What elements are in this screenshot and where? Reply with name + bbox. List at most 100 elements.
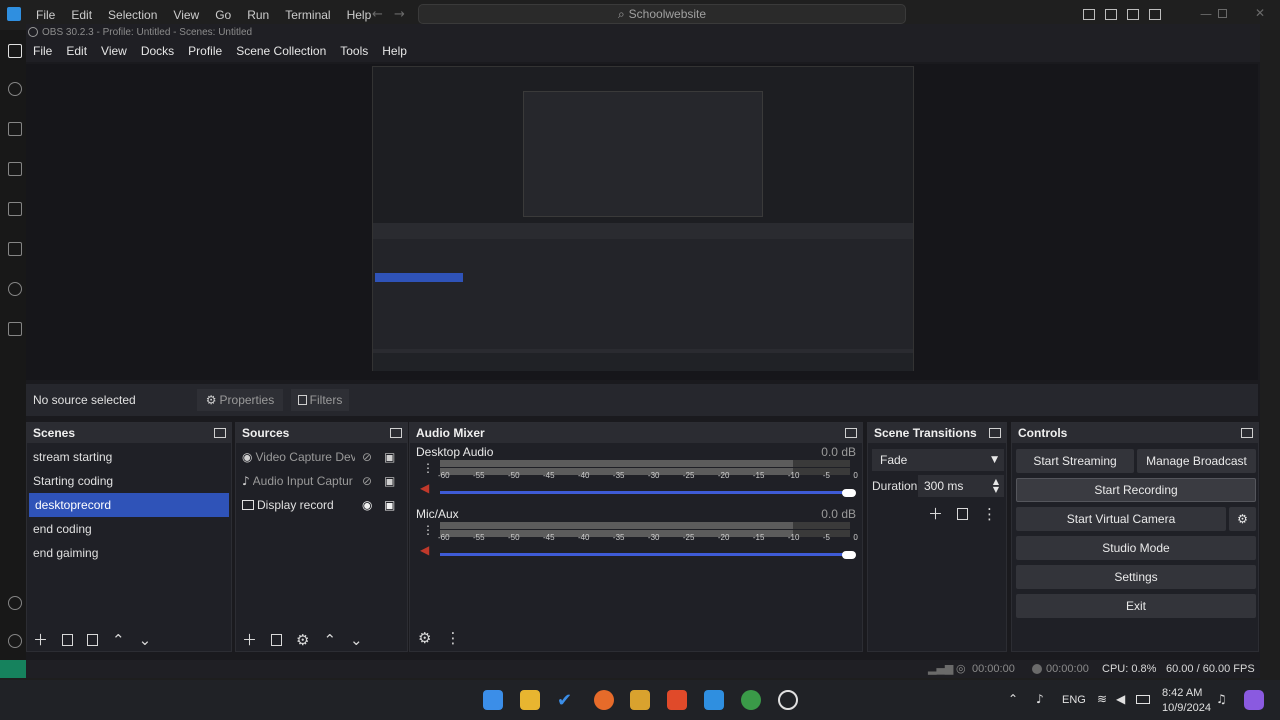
volume-slider[interactable] <box>440 553 850 556</box>
scene-item[interactable]: stream starting <box>27 445 231 469</box>
trash-icon[interactable] <box>271 633 283 646</box>
exit-button[interactable]: Exit <box>1016 594 1256 618</box>
undock-icon[interactable] <box>390 428 402 438</box>
manage-gear-icon[interactable] <box>8 634 22 648</box>
source-item[interactable]: ♪ Audio Input Capture ⊘ ▣ <box>236 469 407 493</box>
trash-icon[interactable] <box>957 507 969 520</box>
move-down-icon[interactable]: ⌄ <box>350 631 363 649</box>
undock-icon[interactable] <box>845 428 857 438</box>
mixer-menu-icon[interactable]: ⋮ <box>445 629 460 647</box>
properties-button[interactable]: ⚙ Properties <box>197 389 283 411</box>
vscode-command-center[interactable]: ⌕ Schoolwebsite <box>418 4 906 24</box>
start-recording-button[interactable]: Start Recording <box>1016 478 1256 502</box>
vscode-menu-selection[interactable]: Selection <box>100 8 165 22</box>
add-icon[interactable]: ＋ <box>33 629 48 650</box>
transition-select[interactable]: Fade ▼ <box>872 449 1004 471</box>
source-item[interactable]: Display record ◉ ▣ <box>236 493 407 517</box>
microphone-tray-icon[interactable]: ♪ <box>1036 692 1044 706</box>
settings-button[interactable]: Settings <box>1016 565 1256 589</box>
add-icon[interactable]: ＋ <box>242 629 257 650</box>
virtual-camera-settings-gear-icon[interactable]: ⚙ <box>1229 507 1256 531</box>
copilot-icon[interactable] <box>1244 690 1264 710</box>
obs-menu-edit[interactable]: Edit <box>59 44 94 58</box>
transition-menu-icon[interactable]: ⋮ <box>982 505 997 523</box>
remote-explorer-icon[interactable] <box>8 202 22 216</box>
manage-broadcast-button[interactable]: Manage Broadcast <box>1137 449 1256 473</box>
scene-item-selected[interactable]: desktoprecord <box>29 493 229 517</box>
volume-slider-handle[interactable] <box>842 551 856 559</box>
spin-arrows-icon[interactable]: ▲ ▼ <box>993 478 999 494</box>
wifi-icon[interactable]: ≋ <box>1097 692 1107 706</box>
tray-chevron-up-icon[interactable]: ⌃ <box>1008 692 1018 706</box>
undock-icon[interactable] <box>1241 428 1253 438</box>
close-icon[interactable]: ✕ <box>1255 6 1265 20</box>
search-panel-icon[interactable] <box>8 282 22 296</box>
source-control-icon[interactable] <box>8 82 22 96</box>
firefox-icon[interactable] <box>594 690 614 710</box>
move-down-icon[interactable]: ⌄ <box>139 631 152 649</box>
clock-time[interactable]: 8:42 AM <box>1162 687 1202 699</box>
vscode-menu-edit[interactable]: Edit <box>63 8 100 22</box>
obs-menu-scene-collection[interactable]: Scene Collection <box>229 44 333 58</box>
back-arrow-icon[interactable]: ← <box>372 7 383 22</box>
speaker-muted-icon[interactable]: ◀ <box>420 543 429 557</box>
account-icon[interactable] <box>8 596 22 610</box>
vscode-menu-terminal[interactable]: Terminal <box>277 8 338 22</box>
file-explorer-icon[interactable] <box>520 690 540 710</box>
obs-menu-profile[interactable]: Profile <box>181 44 229 58</box>
obs-menu-docks[interactable]: Docks <box>134 44 181 58</box>
scene-filters-icon[interactable] <box>87 633 99 646</box>
lock-icon[interactable]: ▣ <box>384 450 395 464</box>
layout-sidebar-icon[interactable] <box>1083 9 1095 20</box>
volume-slider[interactable] <box>440 491 850 494</box>
scene-item[interactable]: end gaiming <box>27 541 231 565</box>
eye-hidden-icon[interactable]: ⊘ <box>362 474 372 488</box>
move-up-icon[interactable]: ⌃ <box>323 631 336 649</box>
obs-taskbar-icon[interactable] <box>778 690 798 710</box>
filters-button[interactable]: Filters <box>291 389 349 411</box>
chrome-icon[interactable] <box>741 690 761 710</box>
eye-hidden-icon[interactable]: ⊘ <box>362 450 372 464</box>
obs-menu-tools[interactable]: Tools <box>333 44 375 58</box>
lock-icon[interactable]: ▣ <box>384 474 395 488</box>
vscode-taskbar-icon[interactable] <box>704 690 724 710</box>
language-indicator[interactable]: ENG <box>1062 694 1086 706</box>
duration-spinbox[interactable]: 300 ms ▲ ▼ <box>918 475 1004 497</box>
notification-bell-icon[interactable]: ♫ <box>1216 692 1227 706</box>
channel-menu-icon[interactable]: ⋮ <box>422 523 434 537</box>
chat-icon[interactable] <box>8 322 22 336</box>
undock-icon[interactable] <box>214 428 226 438</box>
advanced-audio-gear-icon[interactable]: ⚙ <box>418 629 431 647</box>
volume-icon[interactable]: ◀ <box>1116 692 1125 706</box>
eye-icon[interactable]: ◉ <box>362 498 372 512</box>
scene-item[interactable]: Starting coding <box>27 469 231 493</box>
obs-menu-view[interactable]: View <box>94 44 134 58</box>
trash-icon[interactable] <box>62 633 74 646</box>
vscode-menu-go[interactable]: Go <box>207 8 239 22</box>
undock-icon[interactable] <box>989 428 1001 438</box>
speaker-muted-icon[interactable]: ◀ <box>420 481 429 495</box>
testing-icon[interactable] <box>8 242 22 256</box>
minimize-icon[interactable]: — <box>1200 7 1212 21</box>
obs-menu-file[interactable]: File <box>26 44 59 58</box>
gear-icon[interactable]: ⚙ <box>296 631 309 649</box>
explorer-icon[interactable] <box>8 44 22 58</box>
start-virtual-camera-button[interactable]: Start Virtual Camera <box>1016 507 1226 531</box>
medal-app-icon[interactable] <box>630 690 650 710</box>
obs-menu-help[interactable]: Help <box>375 44 414 58</box>
vscode-menu-view[interactable]: View <box>165 8 207 22</box>
channel-menu-icon[interactable]: ⋮ <box>422 461 434 475</box>
run-debug-icon[interactable] <box>8 122 22 136</box>
studio-mode-button[interactable]: Studio Mode <box>1016 536 1256 560</box>
brave-browser-icon[interactable] <box>667 690 687 710</box>
volume-slider-handle[interactable] <box>842 489 856 497</box>
move-up-icon[interactable]: ⌃ <box>112 631 125 649</box>
vscode-menu-run[interactable]: Run <box>239 8 277 22</box>
layout-panel-icon[interactable] <box>1105 9 1117 20</box>
layout-secondary-icon[interactable] <box>1127 9 1139 20</box>
todo-check-icon[interactable]: ✔ <box>557 690 577 711</box>
start-streaming-button[interactable]: Start Streaming <box>1016 449 1134 473</box>
scene-item[interactable]: end coding <box>27 517 231 541</box>
lock-icon[interactable]: ▣ <box>384 498 395 512</box>
maximize-icon[interactable] <box>1218 9 1227 18</box>
